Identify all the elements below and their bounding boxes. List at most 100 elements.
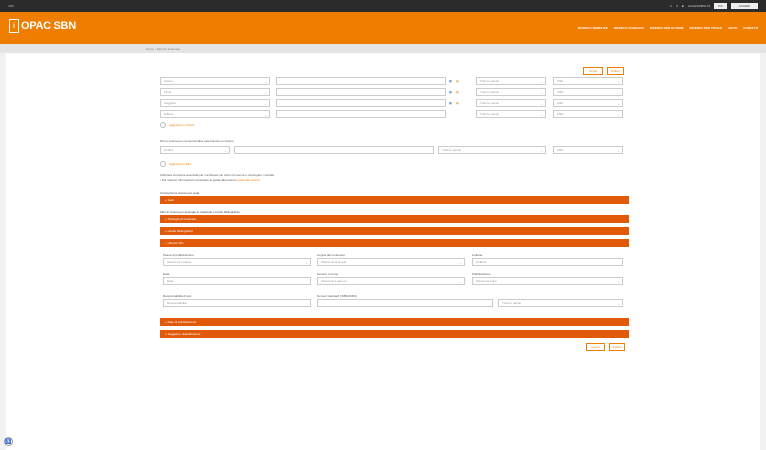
list-icon[interactable]: ▤ — [456, 90, 460, 94]
dates-accordion[interactable]: + Date di pubblicazione — [160, 318, 629, 326]
search-guide-link[interactable]: Guida alla ricerca — [236, 178, 259, 182]
criteria-operator-select[interactable]: Tutte le parole ⌄ — [476, 110, 546, 118]
numeric-search-hint: Per la ricerca per numero/codice selezio… — [160, 139, 234, 143]
breadcrumb-text[interactable]: Home • Ricerca avanzata — [146, 47, 180, 51]
chevron-down-icon: ⌄ — [305, 261, 308, 265]
thesis-placeholder: Responsabilità — [167, 301, 187, 305]
date-input[interactable]: Data — [163, 277, 311, 285]
criteria-connector-value: AND — [557, 101, 564, 105]
chevron-down-icon: ⌄ — [540, 102, 543, 106]
criteria-field-value: Soggetto — [164, 101, 177, 105]
add-filter-button[interactable] — [160, 161, 166, 167]
chevron-down-icon: ⌄ — [617, 113, 620, 117]
library-accordion-label: Sedi — [167, 198, 174, 202]
language-select[interactable]: ITA — [714, 3, 727, 9]
criteria-text-input[interactable] — [276, 99, 446, 107]
criteria-text-input[interactable] — [276, 77, 446, 85]
login-button[interactable]: ACCEDI — [730, 3, 758, 9]
thesis-input[interactable]: Responsabilità — [163, 299, 311, 307]
criteria-connector-select[interactable]: AND ⌄ — [553, 110, 623, 118]
code-text-input[interactable] — [234, 146, 434, 154]
genre-select[interactable]: Seleziona il genere ⌄ — [317, 277, 465, 285]
criteria-field-select[interactable]: Editore ⌄ — [160, 110, 270, 118]
chevron-down-icon: ⌄ — [617, 149, 620, 153]
criteria-operator-select[interactable]: Tutte le parole ⌄ — [476, 77, 546, 85]
chevron-down-icon: ⌄ — [540, 91, 543, 95]
material-type-label: Tipologia di materiale — [167, 217, 196, 221]
filter-label: Pubblicazione — [472, 272, 491, 276]
filter-label: Numeri standard (ISBN/ISSN) — [317, 294, 357, 298]
chevron-down-icon: ⌄ — [264, 102, 267, 106]
criteria-field-value: Titolo — [164, 90, 172, 94]
add-filter-link[interactable]: Aggiungi un filtro — [169, 162, 191, 166]
keyboard-icon[interactable]: ▦ — [449, 79, 453, 83]
code-connector-select[interactable]: AND ⌄ — [553, 146, 623, 154]
nav-title-search[interactable]: RICERCA PER TITOLO — [690, 26, 722, 30]
criteria-connector-value: AND — [557, 90, 564, 94]
code-field-select[interactable]: Codice ⌄ — [160, 146, 230, 154]
publication-select[interactable]: Seleziona il tipo ⌄ — [472, 277, 623, 285]
language-content-select[interactable]: Seleziona la lingua ⌄ — [317, 258, 465, 266]
font-decrease-button[interactable]: A — [670, 4, 672, 8]
criteria-operator-value: Tutte le parole — [480, 112, 500, 116]
series-input[interactable]: Collana — [472, 258, 623, 266]
search-button-bottom[interactable]: Cerca — [586, 343, 605, 351]
filter-label: Paese di pubblicazione — [163, 253, 194, 257]
chevron-down-icon: ⌄ — [459, 280, 462, 284]
series-placeholder: Collana — [476, 260, 487, 264]
standard-number-operator-select[interactable]: Tutte le parole ⌄ — [498, 299, 623, 307]
chevron-down-icon: ⌄ — [264, 91, 267, 95]
nav-help[interactable]: AIUTO — [728, 26, 737, 30]
list-icon[interactable]: ▤ — [456, 79, 460, 83]
criteria-operator-select[interactable]: Tutte le parole ⌄ — [476, 88, 546, 96]
code-operator-value: Tutte le parole — [442, 148, 462, 152]
criteria-text-input[interactable] — [276, 88, 446, 96]
filter-label: Lingua del contenuto — [317, 253, 345, 257]
font-increase-button[interactable]: A — [676, 4, 678, 8]
bib-level-accordion[interactable]: + Livello bibliografico — [160, 227, 629, 235]
site-logo[interactable]: i OPAC SBN — [9, 19, 76, 33]
criteria-text-input[interactable] — [276, 110, 446, 118]
add-criterion-link[interactable]: Aggiungi un criterio — [169, 123, 195, 127]
search-button-top[interactable]: Cerca — [583, 67, 603, 75]
criteria-connector-value: AND — [557, 79, 564, 83]
search-note-line1: Utilizzare la ricerca avanzata per combi… — [160, 173, 275, 177]
chevron-down-icon: ⌄ — [264, 80, 267, 84]
breadcrumb: Home • Ricerca avanzata — [0, 44, 766, 53]
criteria-connector-select[interactable]: AND ⌄ — [553, 77, 623, 85]
material-type-accordion[interactable]: + Tipologia di materiale — [160, 215, 629, 223]
subjects-label: Soggetti e classificazioni — [167, 332, 201, 336]
accessibility-icon[interactable]: ♿ — [4, 437, 13, 446]
reset-button-top[interactable]: Pulisci — [607, 67, 624, 75]
nav-author-search[interactable]: RICERCA PER AUTORE — [650, 26, 684, 30]
accessibility-link[interactable]: ACCESSIBILITÀ — [688, 4, 710, 8]
nav-simple-search[interactable]: RICERCA SEMPLICE — [578, 26, 608, 30]
criteria-operator-select[interactable]: Tutte le parole ⌄ — [476, 99, 546, 107]
top-bar-tools: A A ■ ACCESSIBILITÀ ITA ACCEDI — [670, 3, 758, 9]
nav-contacts[interactable]: CONTATTI — [743, 26, 758, 30]
contrast-button[interactable]: ■ — [682, 4, 684, 8]
criteria-field-select[interactable]: Titolo ⌄ — [160, 88, 270, 96]
list-icon[interactable]: ▤ — [456, 101, 460, 105]
reset-button-bottom[interactable]: Pulisci — [609, 343, 625, 351]
chevron-down-icon: ⌄ — [617, 80, 620, 84]
subjects-accordion[interactable]: + Soggetti e classificazioni — [160, 330, 629, 338]
code-operator-select[interactable]: Tutte le parole ⌄ — [438, 146, 546, 154]
library-accordion[interactable]: + Sedi — [160, 196, 629, 204]
criteria-operator-value: Tutte le parole — [480, 90, 500, 94]
criteria-connector-select[interactable]: AND ⌄ — [553, 99, 623, 107]
criteria-field-select[interactable]: Soggetto ⌄ — [160, 99, 270, 107]
chevron-down-icon: ⌄ — [540, 80, 543, 84]
chevron-down-icon: ⌄ — [617, 302, 620, 306]
keyboard-icon[interactable]: ▦ — [449, 101, 453, 105]
genre-placeholder: Seleziona il genere — [321, 279, 347, 283]
country-select[interactable]: Seleziona il paese ⌄ — [163, 258, 311, 266]
keyboard-icon[interactable]: ▦ — [449, 90, 453, 94]
add-criterion-button[interactable] — [160, 122, 166, 128]
nav-advanced-search[interactable]: RICERCA AVANZATA — [614, 26, 644, 30]
criteria-connector-select[interactable]: AND ⌄ — [553, 88, 623, 96]
criteria-field-select[interactable]: Autore ⌄ — [160, 77, 270, 85]
other-filters-accordion[interactable]: − Ulteriori filtri — [160, 239, 629, 247]
standard-number-input[interactable] — [317, 299, 493, 307]
code-connector-value: AND — [557, 148, 564, 152]
